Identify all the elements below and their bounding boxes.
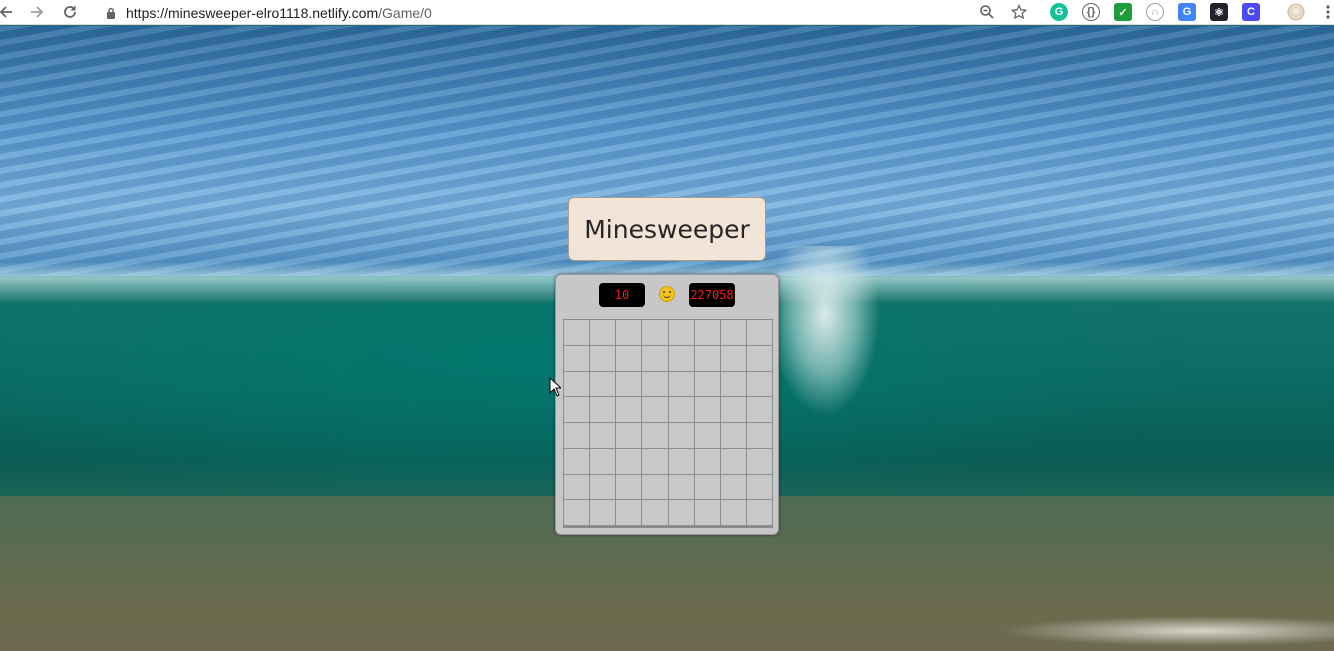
mine-cell[interactable] <box>642 320 669 346</box>
mine-cell[interactable] <box>668 320 695 346</box>
game-title-box: Minesweeper <box>568 197 766 261</box>
mine-cell[interactable] <box>668 423 695 449</box>
mine-cell[interactable] <box>694 397 721 423</box>
mine-cell[interactable] <box>616 423 643 449</box>
headphones-extension-icon[interactable]: ∩ <box>1146 3 1164 21</box>
mine-cell[interactable] <box>668 474 695 501</box>
mine-cell[interactable] <box>616 474 643 501</box>
url-host: https://minesweeper-elro1118.netlify.com <box>126 5 379 21</box>
mine-cell[interactable] <box>590 371 617 398</box>
mine-cell[interactable] <box>590 345 617 372</box>
mine-cell[interactable] <box>694 500 721 526</box>
mine-cell[interactable] <box>746 345 773 372</box>
mine-cell[interactable] <box>564 320 591 346</box>
mine-cell[interactable] <box>746 423 773 449</box>
menu-kebab-icon[interactable] <box>1318 2 1334 22</box>
mine-cell[interactable] <box>590 474 617 501</box>
checkmark-extension-icon[interactable]: ✓ <box>1114 3 1132 21</box>
mine-cell[interactable] <box>564 448 591 475</box>
timer-display: 227058 <box>689 283 735 307</box>
mine-cell[interactable] <box>590 397 617 423</box>
mine-cell[interactable] <box>668 448 695 475</box>
mine-cell[interactable] <box>694 371 721 398</box>
mine-cell[interactable] <box>564 474 591 501</box>
mine-cell[interactable] <box>694 474 721 501</box>
mine-cell[interactable] <box>616 345 643 372</box>
json-viewer-icon[interactable]: {} <box>1082 3 1100 21</box>
mine-cell[interactable] <box>746 474 773 501</box>
profile-avatar-icon[interactable] <box>1286 2 1306 22</box>
google-translate-icon[interactable]: G <box>1178 3 1196 21</box>
bookmark-star-icon[interactable] <box>1009 2 1029 22</box>
wave-spray <box>770 246 880 416</box>
mine-cell[interactable] <box>642 423 669 449</box>
mine-cell[interactable] <box>616 448 643 475</box>
mine-cell[interactable] <box>694 423 721 449</box>
mine-cell[interactable] <box>642 448 669 475</box>
mine-cell[interactable] <box>564 500 591 526</box>
mine-cell[interactable] <box>668 371 695 398</box>
mine-cell[interactable] <box>616 371 643 398</box>
mine-cell[interactable] <box>616 320 643 346</box>
mine-counter: 10 <box>599 283 645 307</box>
mine-cell[interactable] <box>642 371 669 398</box>
mine-cell[interactable] <box>746 320 773 346</box>
reload-icon[interactable] <box>60 2 80 22</box>
mine-cell[interactable] <box>746 371 773 398</box>
mine-cell[interactable] <box>642 397 669 423</box>
mine-cell[interactable] <box>616 500 643 526</box>
mine-cell[interactable] <box>720 448 747 475</box>
shore-foam <box>1000 616 1334 646</box>
mine-cell[interactable] <box>642 474 669 501</box>
mine-cell[interactable] <box>668 397 695 423</box>
mine-cell[interactable] <box>720 371 747 398</box>
mine-cell[interactable] <box>720 397 747 423</box>
minesweeper-board: 10 227058 <box>555 274 779 535</box>
mine-grid <box>563 319 773 528</box>
mine-cell[interactable] <box>668 500 695 526</box>
grammarly-icon[interactable]: G <box>1050 3 1068 21</box>
mine-cell[interactable] <box>720 345 747 372</box>
mine-cell[interactable] <box>720 320 747 346</box>
mine-cell[interactable] <box>642 345 669 372</box>
back-icon[interactable] <box>0 2 16 22</box>
mine-cell[interactable] <box>590 320 617 346</box>
mine-cell[interactable] <box>590 500 617 526</box>
mine-cell[interactable] <box>590 423 617 449</box>
mouse-cursor-icon <box>549 377 561 397</box>
mine-cell[interactable] <box>694 320 721 346</box>
mine-cell[interactable] <box>746 448 773 475</box>
c-extension-icon[interactable]: C <box>1242 3 1260 21</box>
mine-cell[interactable] <box>694 345 721 372</box>
mine-cell[interactable] <box>642 500 669 526</box>
mine-cell[interactable] <box>616 397 643 423</box>
game-title: Minesweeper <box>584 214 750 244</box>
mine-cell[interactable] <box>746 500 773 526</box>
mine-cell[interactable] <box>590 448 617 475</box>
forward-icon[interactable] <box>27 2 47 22</box>
smiley-face-icon[interactable] <box>659 286 675 302</box>
mine-cell[interactable] <box>694 448 721 475</box>
browser-toolbar: https://minesweeper-elro1118.netlify.com… <box>0 0 1334 25</box>
url-path: /Game/0 <box>378 5 432 21</box>
mine-cell[interactable] <box>720 423 747 449</box>
mine-cell[interactable] <box>720 500 747 526</box>
mine-cell[interactable] <box>564 371 591 398</box>
mine-cell[interactable] <box>564 345 591 372</box>
mine-cell[interactable] <box>746 397 773 423</box>
mine-cell[interactable] <box>564 423 591 449</box>
lock-icon <box>104 6 118 20</box>
zoom-icon[interactable] <box>977 2 997 22</box>
react-devtools-icon[interactable]: ⚛ <box>1210 3 1228 21</box>
address-bar[interactable]: https://minesweeper-elro1118.netlify.com… <box>104 4 432 22</box>
mine-cell[interactable] <box>720 474 747 501</box>
mine-cell[interactable] <box>668 345 695 372</box>
mine-cell[interactable] <box>564 397 591 423</box>
